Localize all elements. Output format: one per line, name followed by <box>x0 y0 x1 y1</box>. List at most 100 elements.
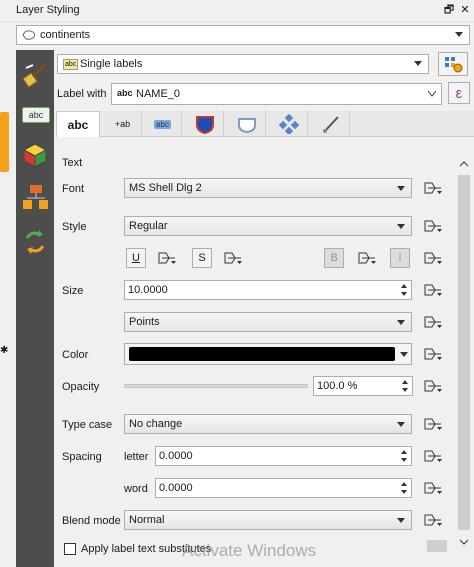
chevron-down-icon <box>397 186 405 191</box>
chevron-down-icon <box>397 224 405 229</box>
data-defined-icon <box>424 316 442 328</box>
chevron-down-icon <box>397 320 405 325</box>
opacity-input[interactable]: 100.0 % <box>313 376 413 396</box>
size-unit-select[interactable]: Points <box>124 312 412 332</box>
expression-button[interactable]: ε <box>448 82 470 104</box>
substitutes-edit-button[interactable] <box>427 540 447 552</box>
placement-icon <box>278 114 299 134</box>
scroll-down-icon[interactable] <box>459 538 469 546</box>
tab-rendering[interactable] <box>312 111 350 137</box>
label-with-label: Label with <box>57 88 107 100</box>
tab-placement[interactable] <box>270 111 308 137</box>
sidebar-item-labels[interactable]: abc <box>22 107 50 123</box>
data-defined-icon <box>224 252 242 264</box>
text-tab-icon: abc <box>67 117 89 132</box>
data-defined-override-button[interactable] <box>420 446 446 466</box>
data-defined-override-button[interactable] <box>420 216 446 236</box>
tab-formatting[interactable]: +ab <box>104 111 142 137</box>
chevron-down-icon <box>427 90 437 97</box>
opacity-spinner[interactable] <box>399 378 411 394</box>
grid-settings-icon <box>445 57 463 73</box>
tab-background[interactable] <box>186 111 224 137</box>
data-defined-icon <box>424 348 442 360</box>
tab-shadow[interactable] <box>228 111 266 137</box>
data-defined-icon <box>424 252 442 264</box>
data-defined-icon <box>424 450 442 462</box>
strikeout-button[interactable]: S <box>192 248 212 268</box>
sidebar-item-symbology[interactable] <box>16 56 54 92</box>
chevron-down-icon <box>397 518 405 523</box>
blend-mode-label: Blend mode <box>62 515 121 527</box>
data-defined-icon <box>158 252 176 264</box>
polygon-layer-icon <box>22 30 35 40</box>
underline-button[interactable]: U <box>126 248 146 268</box>
italic-button[interactable]: I <box>390 248 410 268</box>
text-settings-panel: Text Font MS Shell Dlg 2 Style Regular U… <box>56 138 456 567</box>
word-spacing-input[interactable]: 0.0000 <box>155 478 412 498</box>
data-defined-override-button[interactable] <box>420 280 446 300</box>
activate-windows-watermark: Activate Windows <box>182 541 317 560</box>
bold-button[interactable]: B <box>324 248 344 268</box>
size-spinner[interactable] <box>398 282 410 298</box>
style-value: Regular <box>129 220 168 232</box>
scroll-up-icon[interactable] <box>459 160 469 168</box>
word-spacing-label: word <box>124 483 148 495</box>
letter-spacing-value: 0.0000 <box>159 450 193 462</box>
blend-mode-value: Normal <box>129 514 165 526</box>
chevron-down-icon <box>400 352 408 357</box>
spacing-label: Spacing <box>62 451 102 463</box>
chevron-down-icon <box>414 61 422 66</box>
data-defined-override-button[interactable] <box>420 312 446 332</box>
scrollbar-thumb[interactable] <box>458 175 470 530</box>
opacity-value: 100.0 % <box>317 380 358 392</box>
data-defined-override-button[interactable] <box>420 414 446 434</box>
tab-bar: abc +ab abc <box>56 111 474 137</box>
size-unit-value: Points <box>129 316 160 328</box>
data-defined-override-button[interactable] <box>420 510 446 530</box>
layer-select[interactable]: continents <box>16 25 470 45</box>
style-select[interactable]: Regular <box>124 216 412 236</box>
label-with-field[interactable]: abc NAME_0 <box>111 83 442 105</box>
float-button[interactable]: 🗗 <box>442 3 456 17</box>
data-defined-override-button[interactable] <box>354 248 380 268</box>
blend-mode-select[interactable]: Normal <box>124 510 412 530</box>
sidebar-item-history[interactable] <box>16 224 54 260</box>
opacity-slider-track[interactable] <box>124 384 308 388</box>
data-defined-override-button[interactable] <box>420 248 446 268</box>
data-defined-override-button[interactable] <box>420 344 446 364</box>
epsilon-icon: ε <box>455 84 463 102</box>
data-defined-icon <box>358 252 376 264</box>
font-select[interactable]: MS Shell Dlg 2 <box>124 178 412 198</box>
sidebar-item-3d-view[interactable] <box>16 138 54 172</box>
renderer-select[interactable]: abc Single labels <box>57 54 429 74</box>
color-button[interactable] <box>124 343 412 365</box>
edge-cursor-glyph: ✱ <box>0 345 9 356</box>
data-defined-icon <box>424 284 442 296</box>
close-button[interactable]: ✕ <box>458 3 472 17</box>
size-input[interactable]: 10.0000 <box>124 280 412 300</box>
word-spacing-value: 0.0000 <box>159 482 193 494</box>
tab-text[interactable]: abc <box>56 111 100 137</box>
rule-settings-button[interactable] <box>438 52 468 76</box>
substitutes-checkbox[interactable] <box>64 543 76 555</box>
data-defined-override-button[interactable] <box>154 248 180 268</box>
data-defined-icon <box>424 220 442 232</box>
data-defined-override-button[interactable] <box>420 178 446 198</box>
word-spacing-spinner[interactable] <box>398 480 410 496</box>
diagram-icon <box>23 185 48 209</box>
data-defined-override-button[interactable] <box>420 478 446 498</box>
letter-spacing-input[interactable]: 0.0000 <box>155 446 412 466</box>
sidebar-item-diagrams[interactable] <box>16 180 54 216</box>
data-defined-icon <box>424 380 442 392</box>
chevron-down-icon <box>397 422 405 427</box>
layer-select-value: continents <box>40 29 91 41</box>
size-label: Size <box>62 285 84 297</box>
data-defined-override-button[interactable] <box>220 248 246 268</box>
letter-spacing-spinner[interactable] <box>398 448 410 464</box>
data-defined-icon <box>424 418 442 430</box>
type-case-select[interactable]: No change <box>124 414 412 434</box>
tab-buffer[interactable]: abc <box>144 111 182 137</box>
color-label: Color <box>62 349 89 361</box>
data-defined-override-button[interactable] <box>420 376 446 396</box>
font-value: MS Shell Dlg 2 <box>129 182 202 194</box>
